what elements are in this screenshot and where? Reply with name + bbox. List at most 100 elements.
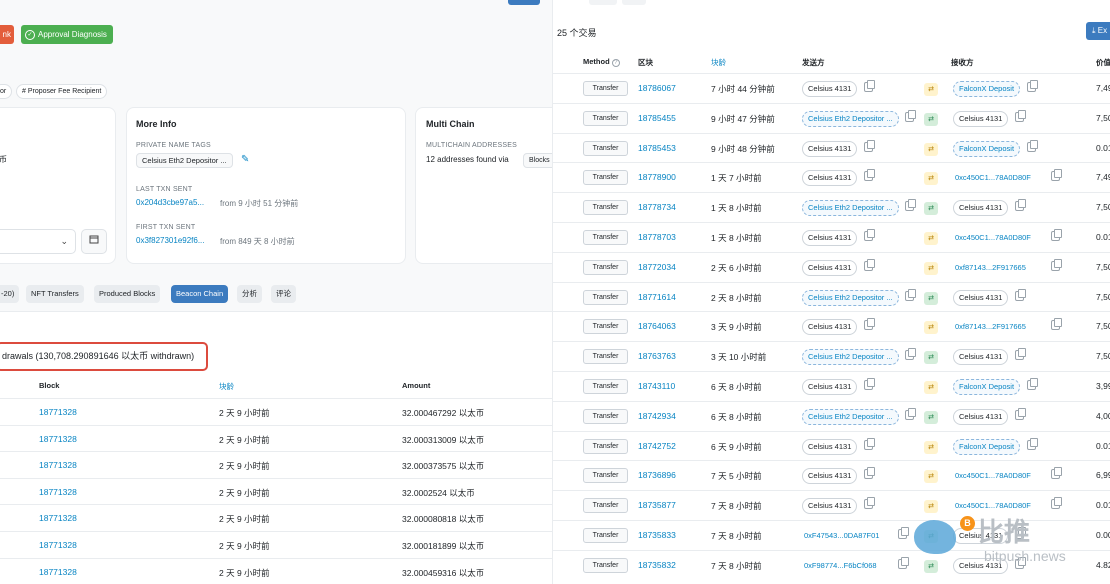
block-link[interactable]: 18778703 [638, 232, 676, 242]
copy-icon[interactable] [905, 288, 916, 301]
from-address[interactable]: Celsius 4131 [802, 379, 858, 395]
copy-icon[interactable] [905, 407, 916, 420]
method-badge[interactable]: Transfer [583, 230, 628, 245]
copy-icon[interactable] [1027, 378, 1038, 390]
to-address[interactable]: 0xc450C1...78A0D80F [953, 170, 1037, 186]
copy-icon[interactable] [1051, 318, 1062, 331]
tab-produced-blocks[interactable]: Produced Blocks [94, 285, 161, 303]
method-badge[interactable]: Transfer [583, 81, 628, 96]
top-control[interactable] [589, 0, 617, 5]
tab-comments[interactable]: 评论 [271, 285, 296, 303]
method-badge[interactable]: Transfer [583, 557, 628, 573]
from-address[interactable]: Celsius 4131 [802, 468, 858, 485]
copy-icon[interactable] [864, 139, 875, 152]
to-address[interactable]: Celsius 4131 [953, 349, 1009, 366]
to-address[interactable]: FalconX Deposit [953, 379, 1021, 395]
block-link[interactable]: 18771328 [39, 460, 77, 470]
link-button[interactable]: nk [0, 25, 14, 44]
block-link[interactable]: 18771328 [39, 487, 77, 497]
block-link[interactable]: 18771328 [39, 407, 77, 417]
copy-icon[interactable] [905, 109, 916, 122]
to-address[interactable]: 0xf87143...2F917665 [953, 260, 1032, 276]
block-link[interactable]: 18786067 [638, 83, 676, 93]
tab-beacon-chain[interactable]: Beacon Chain [171, 285, 229, 303]
method-badge[interactable]: Transfer [583, 170, 628, 186]
calendar-button[interactable] [81, 229, 107, 254]
method-badge[interactable]: Transfer [583, 528, 628, 543]
method-badge[interactable]: Transfer [583, 110, 628, 126]
copy-icon[interactable] [1051, 229, 1062, 241]
block-link[interactable]: 18778734 [638, 202, 676, 212]
edit-icon[interactable]: ✎ [241, 154, 249, 165]
to-address[interactable]: FalconX Deposit [953, 140, 1021, 157]
block-link[interactable]: 18785455 [638, 113, 676, 123]
method-badge[interactable]: Transfer [583, 259, 628, 275]
copy-icon[interactable] [1051, 258, 1062, 271]
to-address[interactable]: Celsius 4131 [953, 528, 1009, 544]
copy-icon[interactable] [864, 169, 875, 182]
method-badge[interactable]: Transfer [583, 408, 628, 424]
block-link[interactable]: 18778900 [638, 172, 676, 182]
method-badge[interactable]: Transfer [583, 379, 628, 394]
method-badge[interactable]: Transfer [583, 498, 628, 514]
copy-icon[interactable] [864, 437, 875, 450]
first-txn-hash-link[interactable]: 0x3f827301e92f6... [136, 236, 205, 245]
copy-icon[interactable] [1015, 288, 1026, 301]
to-address[interactable]: Celsius 4131 [953, 557, 1009, 574]
token-holdings-select[interactable]: ⌄ [0, 229, 76, 254]
block-link[interactable]: 18764063 [638, 321, 676, 331]
block-link[interactable]: 18763763 [638, 351, 676, 361]
method-badge[interactable]: Transfer [583, 200, 628, 216]
chip-tag[interactable]: or [0, 84, 13, 99]
block-link[interactable]: 18735832 [638, 560, 676, 570]
from-address[interactable]: 0xF98774...F6bCf068 [802, 558, 883, 574]
from-address[interactable]: Celsius 4131 [802, 230, 858, 246]
copy-icon[interactable] [905, 199, 916, 212]
block-link[interactable]: 18735877 [638, 500, 676, 510]
to-address[interactable]: 0xc450C1...78A0D80F [953, 230, 1037, 246]
from-address[interactable]: Celsius 4131 [802, 81, 858, 97]
from-address[interactable]: Celsius 4131 [802, 498, 858, 515]
block-link[interactable]: 18785453 [638, 143, 676, 153]
multichain-blockscan-badge[interactable]: Blocks [523, 153, 552, 168]
tab-analytics[interactable]: 分析 [237, 285, 262, 303]
from-address[interactable]: Celsius Eth2 Depositor ... [802, 289, 899, 306]
block-link[interactable]: 18771328 [39, 567, 77, 577]
block-link[interactable]: 18772034 [638, 262, 676, 272]
from-address[interactable]: Celsius Eth2 Depositor ... [802, 200, 899, 217]
copy-icon[interactable] [1027, 80, 1038, 92]
to-address[interactable]: 0xc450C1...78A0D80F [953, 468, 1037, 484]
copy-icon[interactable] [1051, 467, 1062, 480]
copy-icon[interactable] [898, 556, 909, 569]
copy-icon[interactable] [1015, 109, 1026, 122]
from-address[interactable]: Celsius 4131 [802, 140, 858, 157]
from-address[interactable]: Celsius 4131 [802, 319, 858, 336]
from-address[interactable]: Celsius Eth2 Depositor ... [802, 349, 899, 366]
copy-icon[interactable] [1051, 497, 1062, 510]
block-link[interactable]: 18771614 [638, 292, 676, 302]
to-address[interactable]: 0xc450C1...78A0D80F [953, 498, 1037, 514]
to-address[interactable]: 0xf87143...2F917665 [953, 319, 1032, 335]
copy-icon[interactable] [864, 80, 875, 92]
copy-icon[interactable] [1015, 556, 1026, 569]
column-header-age[interactable]: 块龄 [219, 381, 234, 392]
block-link[interactable]: 18771328 [39, 513, 77, 523]
copy-icon[interactable] [864, 467, 875, 480]
copy-icon[interactable] [1015, 348, 1026, 361]
last-txn-hash-link[interactable]: 0x204d3cbe97a5... [136, 198, 204, 207]
approval-diagnosis-button[interactable]: ✓ Approval Diagnosis [21, 25, 113, 44]
block-link[interactable]: 18736896 [638, 470, 676, 480]
to-address[interactable]: FalconX Deposit [953, 438, 1021, 455]
method-badge[interactable]: Transfer [583, 349, 628, 365]
copy-icon[interactable] [905, 348, 916, 361]
column-header-age[interactable]: 块龄 [711, 57, 726, 68]
copy-icon[interactable] [1051, 169, 1062, 182]
copy-icon[interactable] [864, 318, 875, 331]
copy-icon[interactable] [1015, 407, 1026, 420]
block-link[interactable]: 18742752 [638, 441, 676, 451]
method-badge[interactable]: Transfer [583, 468, 628, 484]
top-action-button[interactable] [508, 0, 540, 5]
copy-icon[interactable] [864, 229, 875, 241]
to-address[interactable]: Celsius 4131 [953, 408, 1009, 425]
block-link[interactable]: 18735833 [638, 530, 676, 540]
